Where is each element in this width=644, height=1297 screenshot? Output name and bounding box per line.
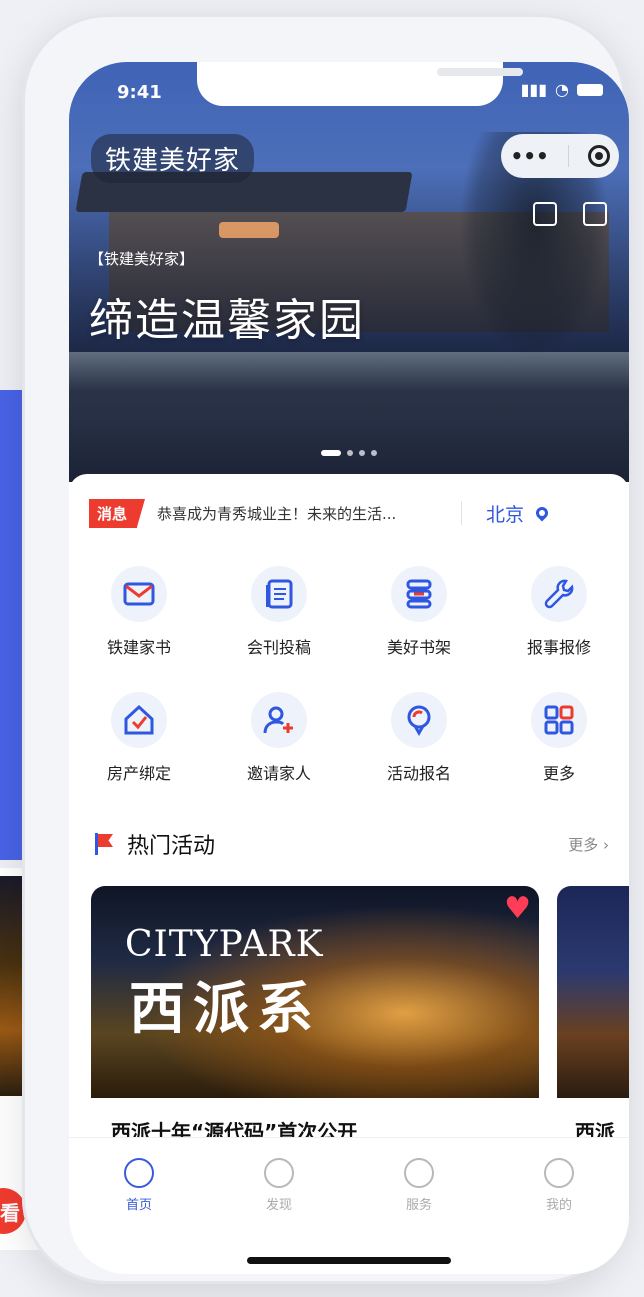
tab-label: 发现 — [265, 1198, 292, 1213]
location-pin-icon — [391, 692, 447, 748]
hero-tag: 【铁建美好家】 — [89, 250, 195, 268]
home-indicator — [247, 1257, 451, 1264]
app-title: 铁建美好家 — [91, 134, 255, 183]
grid-item-label: 活动报名 — [386, 764, 451, 783]
grid-item-label: 会刊投稿 — [246, 638, 311, 657]
speaker-grille — [437, 68, 523, 76]
grid-item-property-binding[interactable]: 房产绑定 — [69, 692, 209, 784]
hero-slogan: 缔造温馨家园 — [89, 295, 365, 346]
tab-label: 我的 — [545, 1198, 572, 1213]
tab-label: 服务 — [405, 1198, 432, 1213]
mini-program-capsule: ••• — [501, 134, 619, 178]
card-brand: CITYPARK — [125, 924, 324, 965]
tab-discover[interactable]: 发现 — [229, 1158, 329, 1213]
more-link[interactable]: 更多 › — [568, 834, 609, 855]
location-icon[interactable] — [533, 504, 551, 522]
section-title: 热门活动 — [127, 834, 216, 859]
phone-frame: 9:41 ▮▮▮ ◔ 铁建美好家 ••• 【铁建美好家】 缔造温馨家园 消息 恭… — [22, 14, 629, 1284]
phone-notch — [197, 62, 523, 106]
carousel-dots — [321, 450, 377, 456]
document-icon — [251, 566, 307, 622]
hero-water — [69, 352, 629, 482]
tab-label: 首页 — [125, 1198, 152, 1213]
notice-text[interactable]: 恭喜成为青秀城业主！未来的生活... — [157, 503, 447, 524]
heart-icon[interactable]: ♥ — [504, 894, 531, 924]
notice-divider — [461, 501, 463, 525]
grid-item-label: 铁建家书 — [106, 638, 171, 657]
grid-item-submission[interactable]: 会刊投稿 — [209, 566, 349, 658]
hero-banner[interactable] — [69, 62, 629, 482]
grid-item-repair[interactable]: 报事报修 — [489, 566, 629, 658]
grid-icon — [531, 692, 587, 748]
hero-action-icons — [533, 202, 607, 226]
tab-service[interactable]: 服务 — [369, 1158, 469, 1213]
notice-bar[interactable]: 消息 恭喜成为青秀城业主！未来的生活... 北京 — [89, 496, 609, 530]
section-title-group: 热门活动 — [93, 828, 215, 860]
grid-item-label: 房产绑定 — [106, 764, 171, 783]
tab-bar: 首页 发现 服务 我的 — [69, 1138, 629, 1274]
wifi-icon: ◔ — [555, 80, 569, 99]
city-selector[interactable]: 北京 — [486, 500, 524, 527]
hero-lights — [219, 222, 279, 238]
carousel-dot — [371, 450, 377, 456]
grid-item-family-letter[interactable]: 铁建家书 — [69, 566, 209, 658]
tab-list: 首页 发现 服务 我的 — [69, 1138, 629, 1213]
phone-screen: 9:41 ▮▮▮ ◔ 铁建美好家 ••• 【铁建美好家】 缔造温馨家园 消息 恭… — [69, 62, 629, 1274]
status-time: 9:41 — [117, 82, 162, 103]
tab-home[interactable]: 首页 — [89, 1158, 189, 1213]
wrench-icon — [531, 566, 587, 622]
mail-icon — [111, 566, 167, 622]
activity-card-next-image — [557, 886, 629, 1098]
carousel-dot — [347, 450, 353, 456]
flag-icon — [93, 833, 115, 855]
notice-badge: 消息 — [89, 498, 146, 528]
activity-card-image: CITYPARK 西派系 ♥ — [91, 886, 539, 1098]
battery-icon — [577, 83, 603, 96]
grid-item-bookshelf[interactable]: 美好书架 — [349, 566, 489, 658]
discover-icon — [264, 1158, 294, 1188]
carousel-dot — [359, 450, 365, 456]
house-check-icon — [111, 692, 167, 748]
carousel-dot-active — [321, 450, 341, 456]
capsule-divider — [567, 145, 569, 167]
more-menu-icon[interactable]: ••• — [510, 144, 548, 168]
grid-item-label: 报事报修 — [526, 638, 591, 657]
grid-item-event-signup[interactable]: 活动报名 — [349, 692, 489, 784]
grid-item-label: 美好书架 — [386, 638, 451, 657]
user-plus-icon — [251, 692, 307, 748]
grid-item-label: 更多 — [542, 764, 575, 783]
home-icon — [124, 1158, 154, 1188]
profile-icon — [544, 1158, 574, 1188]
scan-icon[interactable] — [533, 202, 557, 226]
tab-profile[interactable]: 我的 — [509, 1158, 609, 1213]
grid-item-label: 邀请家人 — [246, 764, 311, 783]
message-icon[interactable] — [583, 202, 607, 226]
grid-item-invite-family[interactable]: 邀请家人 — [209, 692, 349, 784]
heart-icon — [404, 1158, 434, 1188]
signal-icon: ▮▮▮ — [520, 80, 548, 99]
bookshelf-icon — [391, 566, 447, 622]
feature-grid: 铁建家书 会刊投稿 美好书架 报事报修 房产绑定 邀请家人 活动报名 更多 — [69, 566, 629, 784]
card-brand-cn: 西派系 — [129, 977, 321, 1042]
hot-activities-header: 热门活动 更多 › — [93, 828, 609, 860]
status-icons: ▮▮▮ ◔ — [521, 80, 603, 99]
close-miniprogram-icon[interactable] — [587, 145, 610, 167]
grid-item-more[interactable]: 更多 — [489, 692, 629, 784]
